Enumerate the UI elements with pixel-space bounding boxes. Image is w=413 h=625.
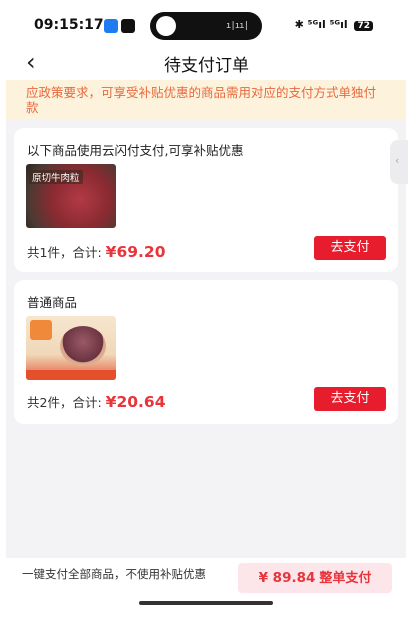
order-total-price: ¥69.20 bbox=[105, 243, 166, 261]
audio-wave-icon: ı|ıı| bbox=[225, 21, 249, 31]
order-section-title: 以下商品使用云闪付支付,可享补贴优惠 bbox=[27, 143, 244, 158]
order-summary: 共1件，合计: ¥69.20 bbox=[27, 242, 166, 261]
pay-button[interactable]: 去支付 bbox=[314, 236, 386, 260]
dynamic-island: ı|ıı| bbox=[150, 12, 262, 40]
product-promo-strip bbox=[26, 370, 116, 380]
product-bowl-image bbox=[60, 326, 106, 366]
status-indicators: ✱ ⁵ᴳıl ⁵ᴳıl 72 bbox=[295, 18, 373, 31]
side-collapse-tab[interactable]: ‹ bbox=[390, 140, 408, 184]
order-total-price: ¥20.64 bbox=[105, 393, 166, 411]
product-thumbnail[interactable]: 原切牛肉粒 bbox=[26, 164, 116, 228]
signal-icons: ✱ ⁵ᴳıl ⁵ᴳıl bbox=[294, 18, 348, 31]
battery-icon: 72 bbox=[354, 21, 373, 31]
page-title: 待支付订单 bbox=[164, 56, 249, 76]
regular-order-card: 普通商品 共2件，合计: ¥20.64 去支付 bbox=[14, 280, 398, 424]
pay-button[interactable]: 去支付 bbox=[314, 387, 386, 411]
pay-all-amount: ¥ 89.84 bbox=[258, 570, 316, 586]
order-count-label: 共2件，合计: bbox=[27, 395, 102, 410]
status-time: 09:15:17 bbox=[34, 17, 104, 33]
bottom-bar: 一键支付全部商品，不使用补贴优惠 ¥ 89.84 整单支付 bbox=[0, 558, 413, 625]
order-section-title: 普通商品 bbox=[27, 295, 78, 310]
navigation-bar: ‹ 待支付订单 bbox=[0, 46, 413, 78]
order-summary: 共2件，合计: ¥20.64 bbox=[27, 392, 166, 411]
home-indicator[interactable] bbox=[139, 601, 273, 605]
app-notification-icon bbox=[104, 19, 118, 33]
pay-all-button[interactable]: ¥ 89.84 整单支付 bbox=[238, 563, 392, 593]
policy-notice-banner: 应政策要求，可享受补贴优惠的商品需用对应的支付方式单独付款 bbox=[6, 80, 406, 120]
status-bar: 09:15:17 ı|ıı| ✱ ⁵ᴳıl ⁵ᴳıl 72 bbox=[0, 0, 413, 46]
pay-all-description: 一键支付全部商品，不使用补贴优惠 bbox=[22, 567, 206, 581]
order-count-label: 共1件，合计: bbox=[27, 245, 102, 260]
product-promo-stamp bbox=[30, 320, 52, 340]
product-thumbnail-label: 原切牛肉粒 bbox=[29, 170, 83, 184]
chevron-left-icon: ‹ bbox=[395, 154, 400, 167]
pay-all-label: 整单支付 bbox=[319, 571, 372, 586]
subsidy-order-card: 以下商品使用云闪付支付,可享补贴优惠 原切牛肉粒 共1件，合计: ¥69.20 去… bbox=[14, 128, 398, 272]
island-avatar-icon bbox=[156, 16, 176, 36]
product-thumbnail[interactable] bbox=[26, 316, 116, 380]
tiktok-notification-icon bbox=[121, 19, 135, 33]
